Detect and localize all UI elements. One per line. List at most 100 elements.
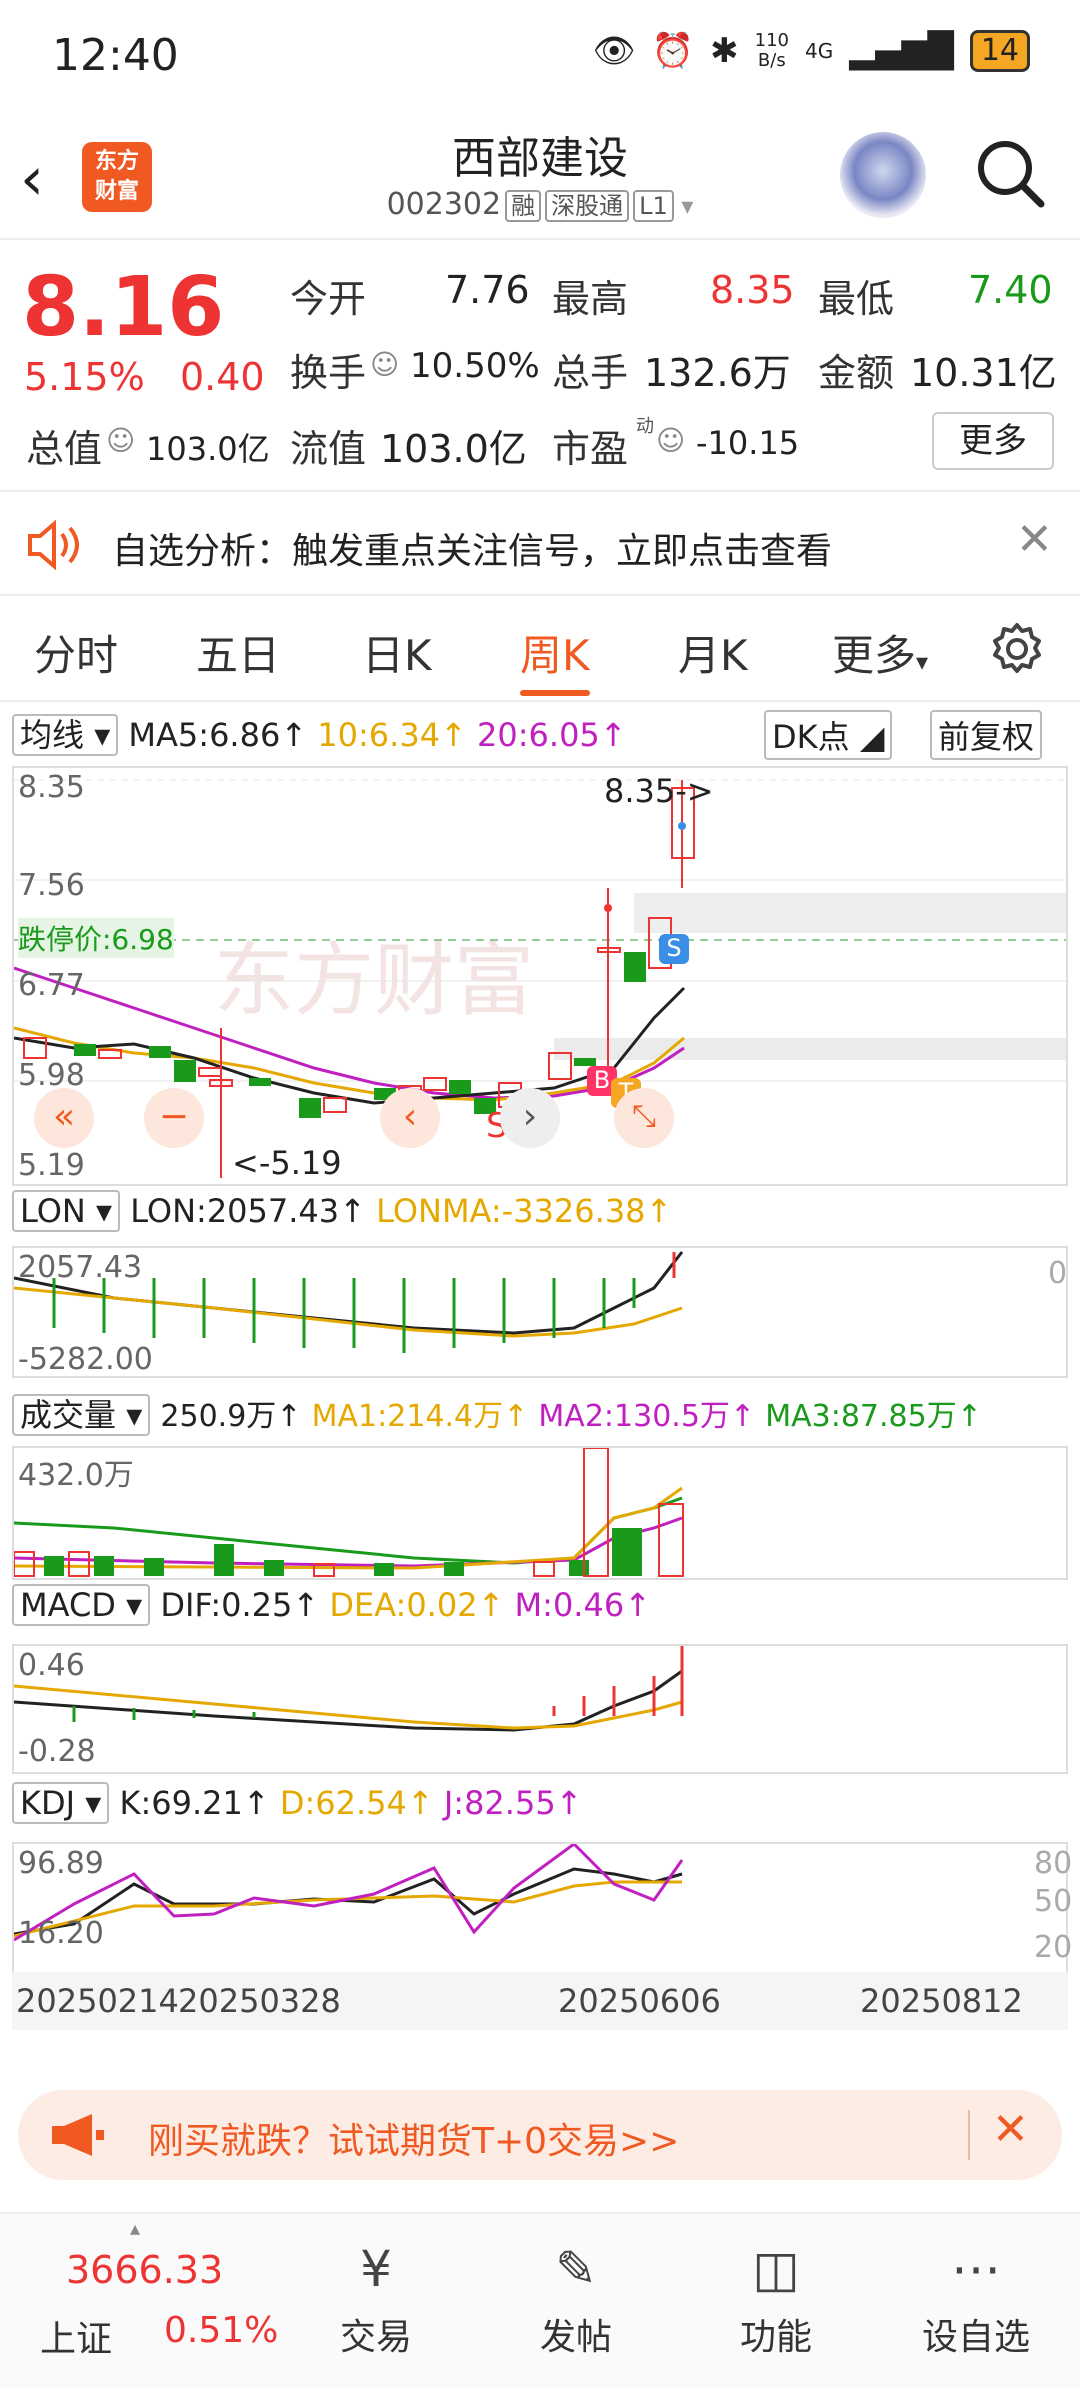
indicator-select-macd[interactable]: MACD ▾: [12, 1584, 151, 1626]
open-label: 今开: [290, 277, 367, 321]
tab-intraday[interactable]: 分时: [34, 622, 118, 683]
stock-header: ‹ 东方 财富 西部建设 002302 融深股通 L1 ▾: [0, 110, 1080, 240]
close-icon[interactable]: ✕: [1016, 514, 1053, 565]
analysis-banner-text: 自选分析：触发重点关注信号，立即点击查看: [112, 531, 833, 572]
x-date: 20250606: [558, 1982, 721, 2020]
tag-level: L1: [633, 190, 674, 222]
kdj-d: D:62.54↑: [279, 1784, 434, 1822]
robot-avatar-icon[interactable]: [840, 132, 926, 218]
nav-post[interactable]: ✎ 发帖: [476, 2214, 676, 2360]
index-widget[interactable]: ▴ 3666.33 上证 0.51%: [0, 2214, 278, 2390]
tab-monthly-k[interactable]: 月K: [678, 622, 748, 683]
macd-panel[interactable]: 0.46 -0.28: [12, 1644, 1068, 1774]
tab-more[interactable]: 更多▾: [832, 622, 928, 683]
high-marker: 8.35->: [604, 772, 714, 810]
analysis-banner[interactable]: 自选分析：触发重点关注信号，立即点击查看 ✕: [0, 490, 1080, 596]
macd-m: M:0.46↑: [514, 1586, 651, 1624]
low-marker: <-5.19: [232, 1144, 342, 1182]
high-value: 8.35: [710, 268, 795, 312]
signal-icon: ▂▄▆█: [849, 31, 954, 71]
alarm-icon: ⏰: [651, 31, 695, 71]
adjust-button[interactable]: 前复权: [930, 710, 1043, 760]
turnover-label: 换手: [290, 351, 367, 395]
bluetooth-icon: ✱: [710, 31, 739, 71]
lon-zero: 0: [1048, 1256, 1068, 1291]
quote-panel: 8.16 5.15% 0.40 今开 7.76 最高 8.35 最低 7.40 …: [0, 240, 1080, 490]
indicator-select-kdj[interactable]: KDJ ▾: [12, 1782, 110, 1824]
ma-legend: 均线 ▾ MA5:6.86↑ 10:6.34↑ 20:6.05↑: [12, 710, 627, 756]
kdj-k: K:69.21↑: [119, 1784, 270, 1822]
y-axis-label: 5.19: [18, 1148, 85, 1183]
scroll-right-button[interactable]: ›: [500, 1088, 560, 1148]
speaker-icon: [28, 520, 79, 570]
stock-code: 002302: [386, 187, 502, 222]
tab-weekly-k[interactable]: 周K: [520, 622, 590, 683]
info-icon[interactable]: ☺: [370, 348, 399, 381]
close-icon[interactable]: ✕: [992, 2104, 1029, 2155]
indicator-select-ma[interactable]: 均线 ▾: [12, 714, 119, 756]
nav-functions[interactable]: ◫ 功能: [676, 2214, 876, 2360]
kdj-ref-80: 80: [1034, 1846, 1073, 1881]
volume-panel[interactable]: 432.0万: [12, 1446, 1068, 1580]
vol-ma3: MA3:87.85万↑: [765, 1399, 982, 1434]
amount-value: 10.31亿: [910, 351, 1057, 395]
kline-panel[interactable]: 东方财富 8.35 7.56 6.77 5.98 5.19 跌停价:6.98 8…: [12, 766, 1068, 1186]
x-date: 20250812: [860, 1982, 1023, 2020]
float-label: 流值: [290, 427, 367, 471]
bottom-navigation: ▴ 3666.33 上证 0.51% ¥ 交易 ✎ 发帖 ◫ 功能 ⋯ 设自选: [0, 2212, 1080, 2388]
mktcap-label: 总值: [26, 427, 103, 471]
x-axis: 20250214 20250328 20250606 20250812: [12, 1972, 1068, 2030]
battery-icon: 14: [969, 30, 1030, 72]
vol-ma2: MA2:130.5万↑: [538, 1399, 756, 1434]
edit-icon: ✎: [555, 2240, 597, 2298]
change-amount: 0.40: [180, 355, 265, 399]
scroll-left-button[interactable]: ‹: [380, 1088, 440, 1148]
nav-add-watchlist[interactable]: ⋯ 设自选: [876, 2214, 1076, 2360]
clock: 12:40: [52, 30, 179, 81]
ma5-value: MA5:6.86↑: [128, 716, 308, 754]
tab-daily-k[interactable]: 日K: [362, 622, 432, 683]
sell-marker[interactable]: S: [659, 934, 689, 964]
futures-banner-text: 刚买就跌？试试期货T+0交易>>: [148, 2121, 680, 2162]
info-icon[interactable]: ☺: [106, 424, 135, 457]
info-icon[interactable]: ☺: [656, 424, 685, 457]
net-speed: 110 B/s: [754, 30, 789, 71]
more-dots-icon: ⋯: [951, 2240, 1001, 2298]
scroll-start-button[interactable]: «: [34, 1088, 94, 1148]
volume-label: 总手: [552, 351, 629, 395]
tab-underline: [520, 690, 590, 696]
y-axis-label: 8.35: [18, 770, 85, 805]
lon-value: LON:2057.43↑: [130, 1192, 366, 1230]
expand-icon[interactable]: ⤡: [614, 1088, 674, 1148]
dk-point-button[interactable]: DK点 ◢: [764, 710, 893, 760]
chevron-down-icon: ▾: [916, 648, 929, 676]
more-button[interactable]: 更多: [932, 412, 1054, 470]
y-axis-label: 7.56: [18, 868, 85, 903]
period-tabs: 分时 五日 日K 周K 月K 更多▾: [0, 598, 1080, 702]
volume-legend: 成交量 ▾ 250.9万↑ MA1:214.4万↑ MA2:130.5万↑ MA…: [12, 1390, 982, 1436]
macd-legend: MACD ▾ DIF:0.25↑ DEA:0.02↑ M:0.46↑: [12, 1584, 651, 1626]
kdj-ref-50: 50: [1034, 1884, 1073, 1919]
lon-legend: LON ▾ LON:2057.43↑ LONMA:-3326.38↑: [12, 1190, 672, 1232]
float-value: 103.0亿: [380, 427, 527, 471]
tag-margin: 融: [505, 190, 542, 222]
futures-banner[interactable]: 刚买就跌？试试期货T+0交易>> ✕: [18, 2090, 1062, 2180]
search-icon[interactable]: [975, 138, 1045, 208]
eye-icon: 👁: [592, 31, 636, 71]
tab-five-day[interactable]: 五日: [196, 622, 280, 683]
pe-label: 市盈: [552, 427, 629, 471]
turnover-value: 10.50%: [410, 346, 540, 386]
lon-y-top: 2057.43: [18, 1250, 143, 1285]
zoom-out-button[interactable]: −: [144, 1088, 204, 1148]
pe-sup: 动: [636, 416, 654, 437]
index-change: 0.51%: [164, 2310, 279, 2351]
kdj-legend: KDJ ▾ K:69.21↑ D:62.54↑ J:82.55↑: [12, 1782, 582, 1824]
lon-panel[interactable]: 2057.43 -5282.00 0: [12, 1246, 1068, 1378]
gear-icon[interactable]: [990, 622, 1044, 676]
macd-y-top: 0.46: [18, 1648, 85, 1683]
kdj-panel[interactable]: 96.89 16.20 80 50 20: [12, 1842, 1072, 1972]
indicator-select-lon[interactable]: LON ▾: [12, 1190, 121, 1232]
nav-trade[interactable]: ¥ 交易: [276, 2214, 476, 2360]
indicator-select-volume[interactable]: 成交量 ▾: [12, 1394, 151, 1436]
kdj-ref-20: 20: [1034, 1930, 1073, 1965]
